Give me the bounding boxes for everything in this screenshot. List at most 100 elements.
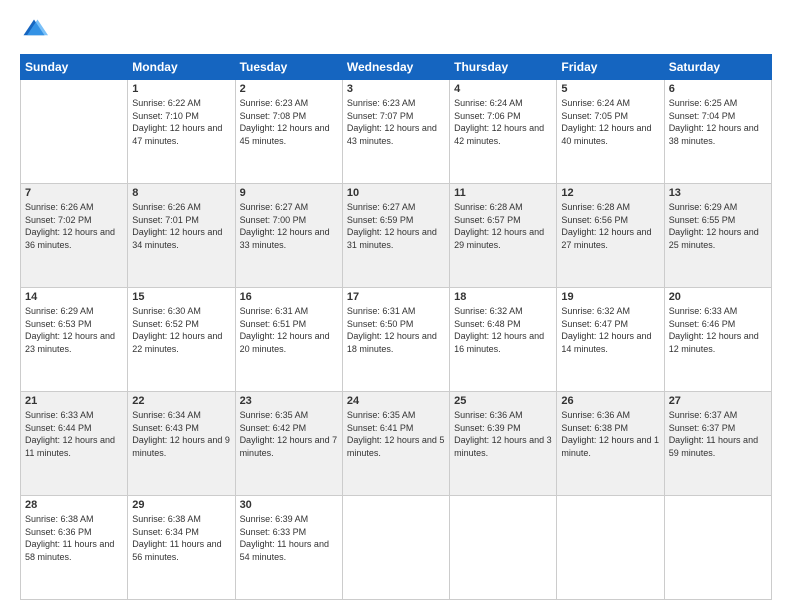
cell-info: Sunrise: 6:26 AMSunset: 7:02 PMDaylight:… (25, 201, 123, 251)
calendar-cell: 11 Sunrise: 6:28 AMSunset: 6:57 PMDaylig… (450, 184, 557, 288)
cell-date: 20 (669, 291, 767, 303)
cell-date: 18 (454, 291, 552, 303)
cell-date: 30 (240, 499, 338, 511)
cell-info: Sunrise: 6:33 AMSunset: 6:44 PMDaylight:… (25, 409, 123, 459)
calendar-cell (21, 80, 128, 184)
cell-info: Sunrise: 6:28 AMSunset: 6:57 PMDaylight:… (454, 201, 552, 251)
calendar-cell: 30 Sunrise: 6:39 AMSunset: 6:33 PMDaylig… (235, 496, 342, 600)
calendar-cell: 25 Sunrise: 6:36 AMSunset: 6:39 PMDaylig… (450, 392, 557, 496)
cell-date: 24 (347, 395, 445, 407)
cell-date: 14 (25, 291, 123, 303)
calendar-cell: 8 Sunrise: 6:26 AMSunset: 7:01 PMDayligh… (128, 184, 235, 288)
calendar-cell: 6 Sunrise: 6:25 AMSunset: 7:04 PMDayligh… (664, 80, 771, 184)
calendar-cell: 18 Sunrise: 6:32 AMSunset: 6:48 PMDaylig… (450, 288, 557, 392)
calendar-cell: 5 Sunrise: 6:24 AMSunset: 7:05 PMDayligh… (557, 80, 664, 184)
cell-info: Sunrise: 6:35 AMSunset: 6:41 PMDaylight:… (347, 409, 445, 459)
logo-icon (20, 16, 48, 44)
cell-info: Sunrise: 6:26 AMSunset: 7:01 PMDaylight:… (132, 201, 230, 251)
cell-info: Sunrise: 6:23 AMSunset: 7:08 PMDaylight:… (240, 97, 338, 147)
calendar-cell (342, 496, 449, 600)
cell-info: Sunrise: 6:24 AMSunset: 7:05 PMDaylight:… (561, 97, 659, 147)
calendar-cell (450, 496, 557, 600)
page: SundayMondayTuesdayWednesdayThursdayFrid… (0, 0, 792, 612)
logo (20, 16, 52, 44)
cell-info: Sunrise: 6:22 AMSunset: 7:10 PMDaylight:… (132, 97, 230, 147)
cell-info: Sunrise: 6:27 AMSunset: 6:59 PMDaylight:… (347, 201, 445, 251)
cell-info: Sunrise: 6:35 AMSunset: 6:42 PMDaylight:… (240, 409, 338, 459)
calendar-week-5: 28 Sunrise: 6:38 AMSunset: 6:36 PMDaylig… (21, 496, 772, 600)
cell-date: 9 (240, 187, 338, 199)
weekday-header-friday: Friday (557, 55, 664, 80)
calendar-cell: 3 Sunrise: 6:23 AMSunset: 7:07 PMDayligh… (342, 80, 449, 184)
cell-date: 17 (347, 291, 445, 303)
calendar-cell (664, 496, 771, 600)
cell-date: 29 (132, 499, 230, 511)
calendar-cell: 4 Sunrise: 6:24 AMSunset: 7:06 PMDayligh… (450, 80, 557, 184)
cell-info: Sunrise: 6:31 AMSunset: 6:51 PMDaylight:… (240, 305, 338, 355)
weekday-header-row: SundayMondayTuesdayWednesdayThursdayFrid… (21, 55, 772, 80)
cell-date: 5 (561, 83, 659, 95)
cell-date: 27 (669, 395, 767, 407)
weekday-header-thursday: Thursday (450, 55, 557, 80)
cell-date: 4 (454, 83, 552, 95)
cell-info: Sunrise: 6:36 AMSunset: 6:38 PMDaylight:… (561, 409, 659, 459)
weekday-header-sunday: Sunday (21, 55, 128, 80)
cell-date: 6 (669, 83, 767, 95)
cell-info: Sunrise: 6:31 AMSunset: 6:50 PMDaylight:… (347, 305, 445, 355)
calendar-cell: 19 Sunrise: 6:32 AMSunset: 6:47 PMDaylig… (557, 288, 664, 392)
calendar-cell: 20 Sunrise: 6:33 AMSunset: 6:46 PMDaylig… (664, 288, 771, 392)
calendar-cell: 2 Sunrise: 6:23 AMSunset: 7:08 PMDayligh… (235, 80, 342, 184)
calendar-cell: 16 Sunrise: 6:31 AMSunset: 6:51 PMDaylig… (235, 288, 342, 392)
cell-info: Sunrise: 6:28 AMSunset: 6:56 PMDaylight:… (561, 201, 659, 251)
cell-date: 7 (25, 187, 123, 199)
weekday-header-saturday: Saturday (664, 55, 771, 80)
cell-info: Sunrise: 6:38 AMSunset: 6:36 PMDaylight:… (25, 513, 123, 563)
cell-date: 16 (240, 291, 338, 303)
calendar-cell: 14 Sunrise: 6:29 AMSunset: 6:53 PMDaylig… (21, 288, 128, 392)
cell-date: 19 (561, 291, 659, 303)
calendar-cell: 10 Sunrise: 6:27 AMSunset: 6:59 PMDaylig… (342, 184, 449, 288)
cell-info: Sunrise: 6:24 AMSunset: 7:06 PMDaylight:… (454, 97, 552, 147)
calendar-cell: 26 Sunrise: 6:36 AMSunset: 6:38 PMDaylig… (557, 392, 664, 496)
calendar-cell: 27 Sunrise: 6:37 AMSunset: 6:37 PMDaylig… (664, 392, 771, 496)
cell-date: 23 (240, 395, 338, 407)
weekday-header-monday: Monday (128, 55, 235, 80)
calendar-cell: 17 Sunrise: 6:31 AMSunset: 6:50 PMDaylig… (342, 288, 449, 392)
cell-info: Sunrise: 6:36 AMSunset: 6:39 PMDaylight:… (454, 409, 552, 459)
cell-info: Sunrise: 6:37 AMSunset: 6:37 PMDaylight:… (669, 409, 767, 459)
calendar-cell: 13 Sunrise: 6:29 AMSunset: 6:55 PMDaylig… (664, 184, 771, 288)
calendar-cell: 9 Sunrise: 6:27 AMSunset: 7:00 PMDayligh… (235, 184, 342, 288)
cell-date: 1 (132, 83, 230, 95)
calendar-week-3: 14 Sunrise: 6:29 AMSunset: 6:53 PMDaylig… (21, 288, 772, 392)
cell-date: 11 (454, 187, 552, 199)
cell-info: Sunrise: 6:32 AMSunset: 6:47 PMDaylight:… (561, 305, 659, 355)
weekday-header-tuesday: Tuesday (235, 55, 342, 80)
cell-date: 3 (347, 83, 445, 95)
calendar-cell: 12 Sunrise: 6:28 AMSunset: 6:56 PMDaylig… (557, 184, 664, 288)
cell-info: Sunrise: 6:25 AMSunset: 7:04 PMDaylight:… (669, 97, 767, 147)
calendar-cell: 28 Sunrise: 6:38 AMSunset: 6:36 PMDaylig… (21, 496, 128, 600)
cell-date: 26 (561, 395, 659, 407)
calendar-cell: 15 Sunrise: 6:30 AMSunset: 6:52 PMDaylig… (128, 288, 235, 392)
cell-date: 25 (454, 395, 552, 407)
cell-info: Sunrise: 6:39 AMSunset: 6:33 PMDaylight:… (240, 513, 338, 563)
cell-date: 22 (132, 395, 230, 407)
cell-date: 15 (132, 291, 230, 303)
calendar-week-4: 21 Sunrise: 6:33 AMSunset: 6:44 PMDaylig… (21, 392, 772, 496)
cell-date: 13 (669, 187, 767, 199)
cell-date: 8 (132, 187, 230, 199)
cell-date: 10 (347, 187, 445, 199)
calendar-table: SundayMondayTuesdayWednesdayThursdayFrid… (20, 54, 772, 600)
calendar-cell: 24 Sunrise: 6:35 AMSunset: 6:41 PMDaylig… (342, 392, 449, 496)
cell-date: 12 (561, 187, 659, 199)
cell-info: Sunrise: 6:23 AMSunset: 7:07 PMDaylight:… (347, 97, 445, 147)
cell-date: 21 (25, 395, 123, 407)
cell-info: Sunrise: 6:32 AMSunset: 6:48 PMDaylight:… (454, 305, 552, 355)
calendar-cell: 29 Sunrise: 6:38 AMSunset: 6:34 PMDaylig… (128, 496, 235, 600)
calendar-cell: 23 Sunrise: 6:35 AMSunset: 6:42 PMDaylig… (235, 392, 342, 496)
cell-info: Sunrise: 6:27 AMSunset: 7:00 PMDaylight:… (240, 201, 338, 251)
calendar-week-1: 1 Sunrise: 6:22 AMSunset: 7:10 PMDayligh… (21, 80, 772, 184)
cell-info: Sunrise: 6:34 AMSunset: 6:43 PMDaylight:… (132, 409, 230, 459)
cell-info: Sunrise: 6:38 AMSunset: 6:34 PMDaylight:… (132, 513, 230, 563)
cell-info: Sunrise: 6:30 AMSunset: 6:52 PMDaylight:… (132, 305, 230, 355)
